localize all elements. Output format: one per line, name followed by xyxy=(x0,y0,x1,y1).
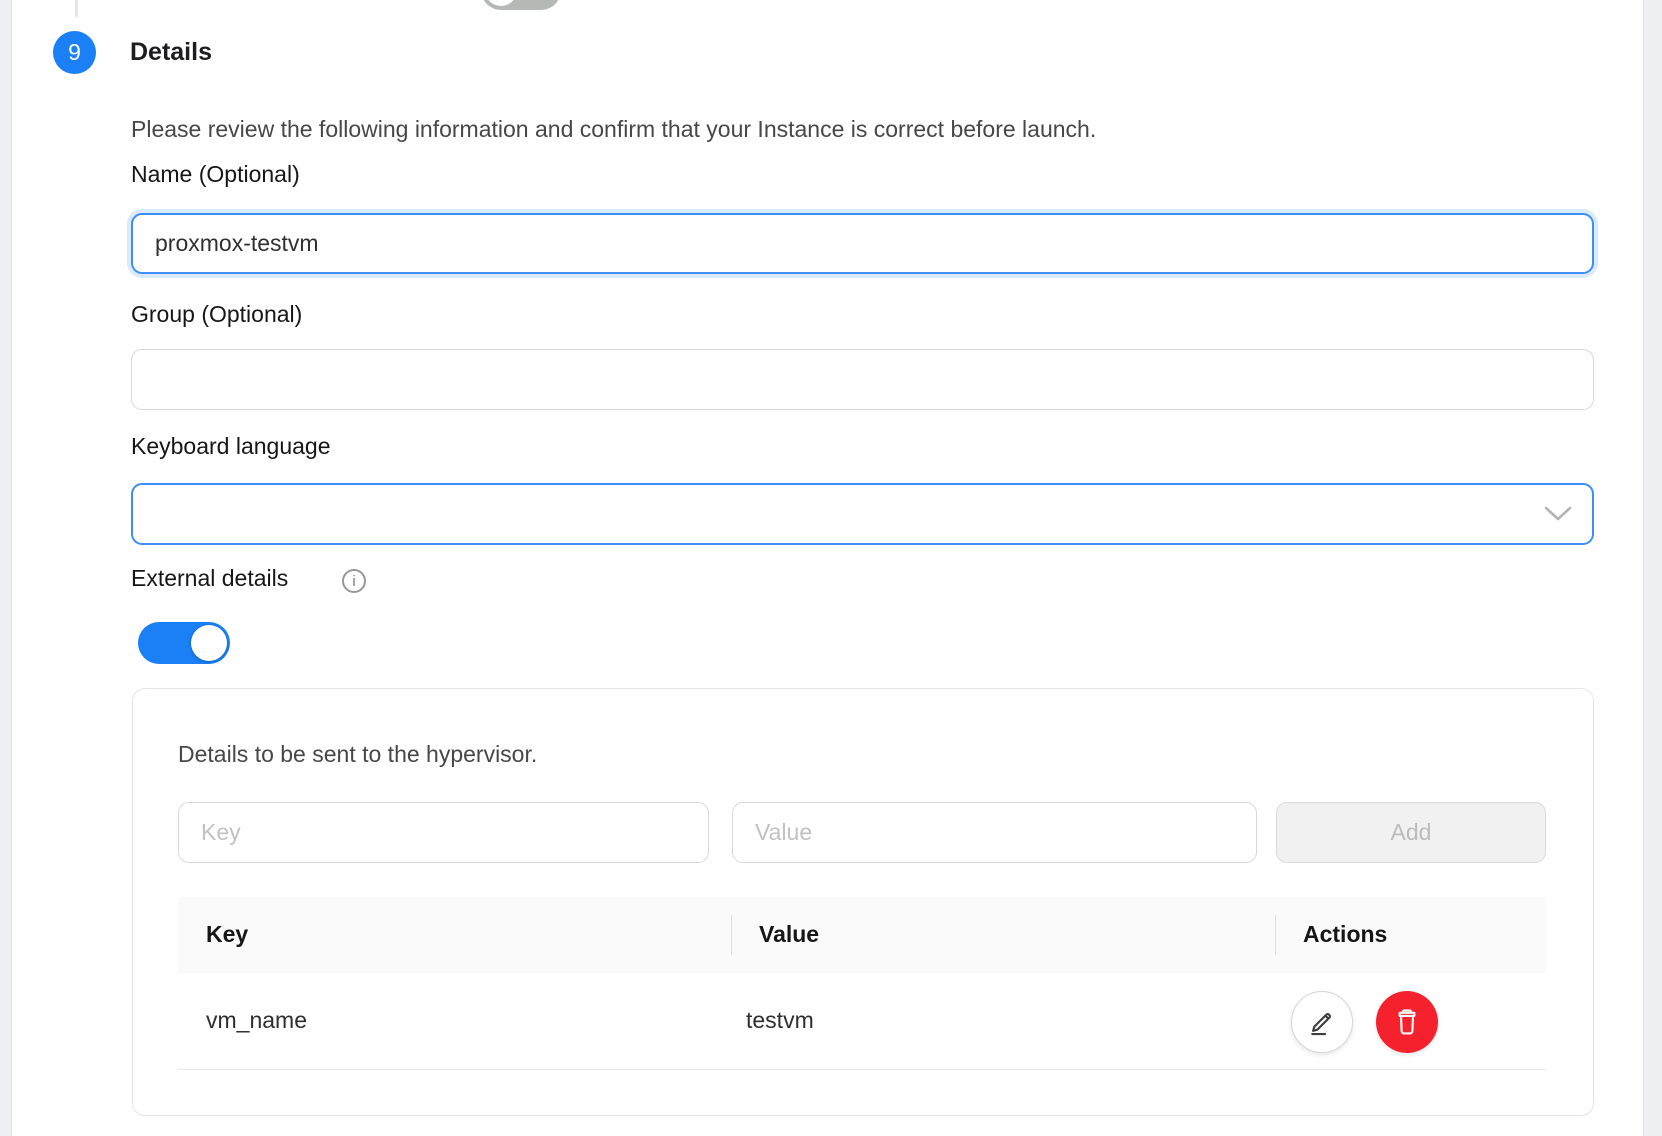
value-input[interactable] xyxy=(732,802,1257,863)
info-icon[interactable]: i xyxy=(342,569,366,593)
external-details-toggle[interactable] xyxy=(138,622,230,664)
step-number-badge: 9 xyxy=(53,31,96,74)
keyboard-language-label: Keyboard language xyxy=(131,433,331,460)
row-value-cell: testvm xyxy=(746,1007,814,1034)
info-icon-glyph: i xyxy=(352,573,355,590)
keyboard-language-select[interactable] xyxy=(131,483,1594,545)
add-button[interactable]: Add xyxy=(1276,802,1546,863)
chevron-down-icon xyxy=(1544,506,1572,522)
column-divider xyxy=(1275,915,1276,955)
section-description: Please review the following information … xyxy=(131,116,1096,143)
delete-row-button[interactable] xyxy=(1376,991,1438,1053)
trash-icon xyxy=(1392,1007,1422,1037)
step-number: 9 xyxy=(68,39,81,66)
add-button-label: Add xyxy=(1391,819,1432,846)
edit-row-button[interactable] xyxy=(1291,991,1353,1053)
group-input[interactable] xyxy=(131,349,1594,410)
toggle-knob xyxy=(485,0,517,6)
external-details-label: External details xyxy=(131,565,288,592)
table-header-key: Key xyxy=(206,921,248,948)
table-header-value: Value xyxy=(759,921,819,948)
name-input[interactable] xyxy=(131,213,1594,274)
row-key-cell: vm_name xyxy=(206,1007,307,1034)
toggle-knob xyxy=(191,625,227,661)
group-label: Group (Optional) xyxy=(131,301,302,328)
key-input[interactable] xyxy=(178,802,709,863)
pencil-icon xyxy=(1307,1007,1337,1037)
column-divider xyxy=(731,915,732,955)
name-label: Name (Optional) xyxy=(131,161,300,188)
table-header-row: Key Value Actions xyxy=(178,897,1546,973)
stepper-connector-line xyxy=(75,0,78,17)
hypervisor-description: Details to be sent to the hypervisor. xyxy=(178,741,537,768)
table-header-actions: Actions xyxy=(1303,921,1387,948)
section-title: Details xyxy=(130,38,212,67)
